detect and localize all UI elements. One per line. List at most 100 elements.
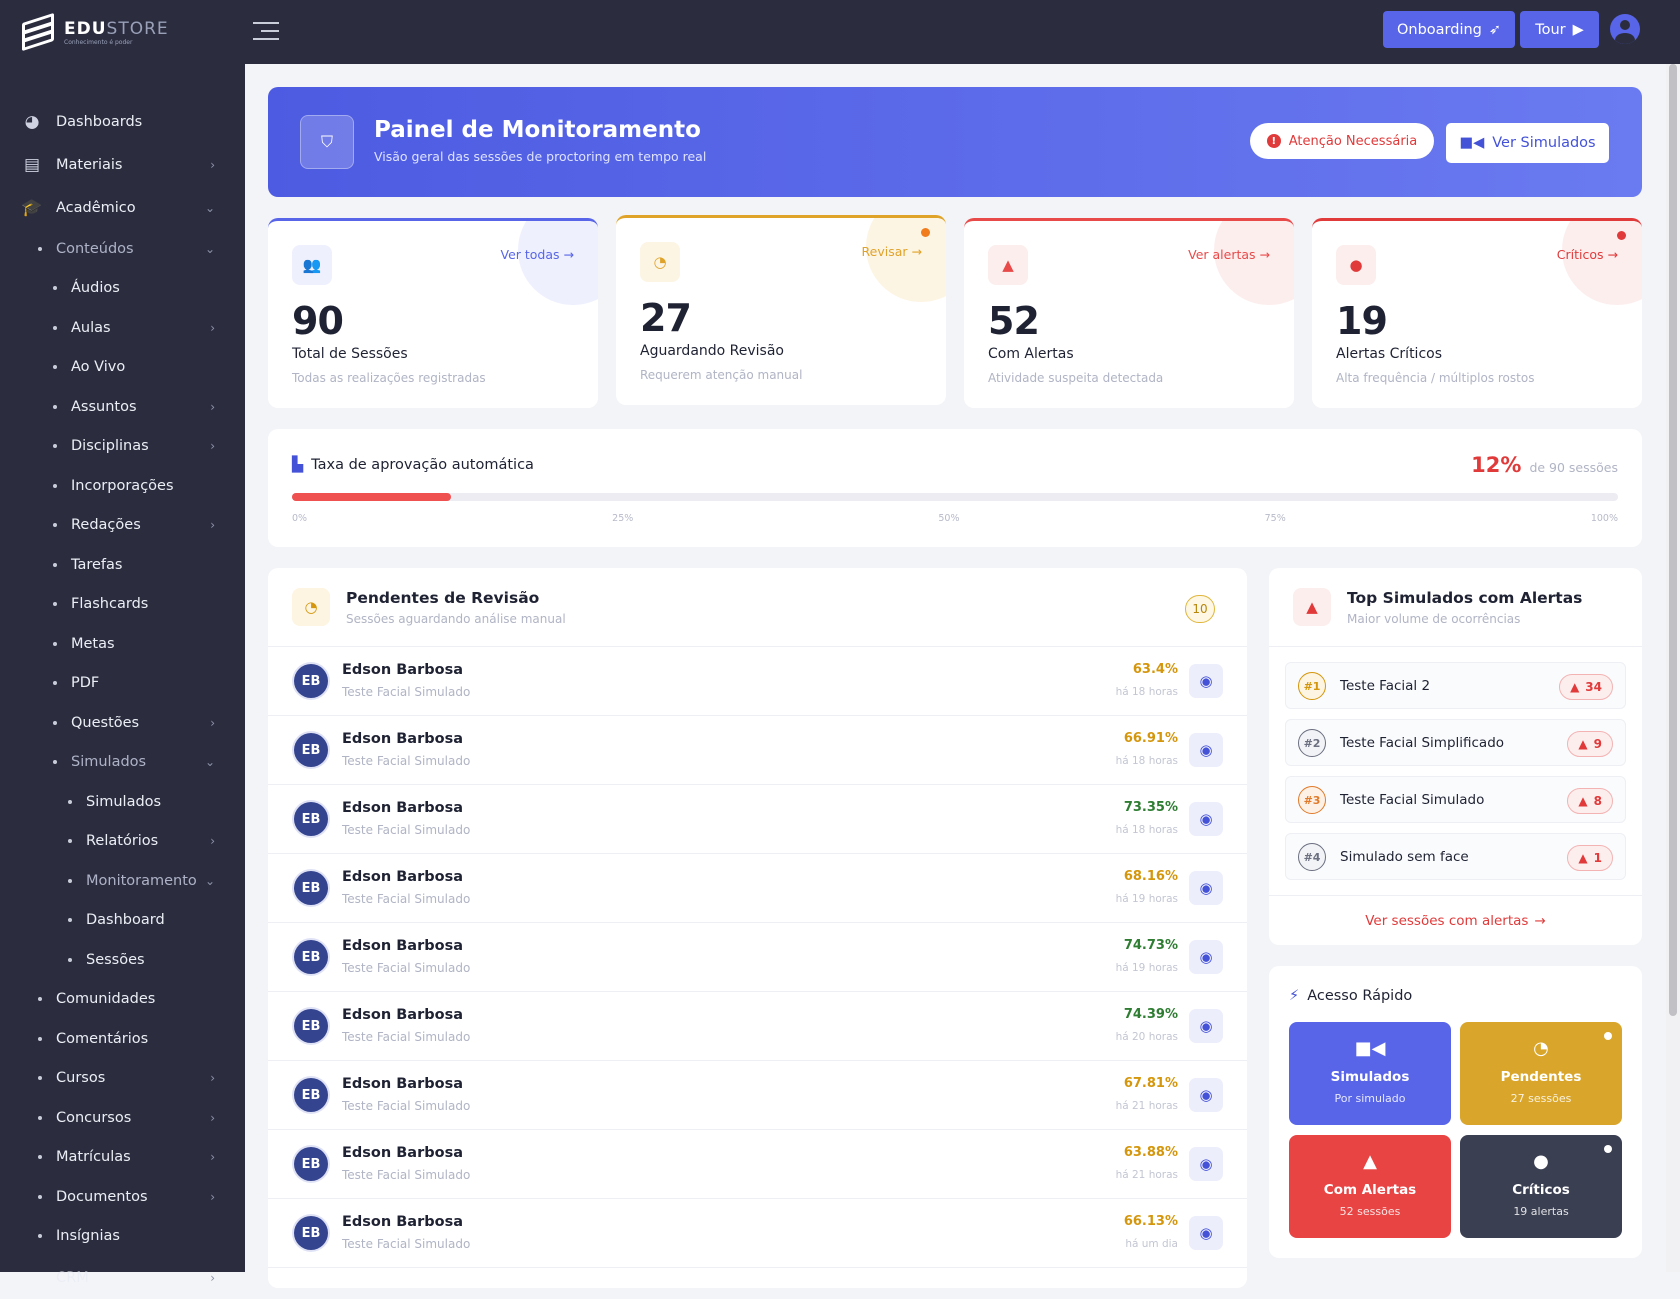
list-item[interactable]: #1 Teste Facial 2 ▲ 34 [1285, 662, 1626, 709]
sidebar-item-label: Incorporações [71, 477, 174, 494]
sidebar-item-assuntos[interactable]: Assuntos › [0, 387, 245, 427]
sidebar-item-disciplinas[interactable]: Disciplinas › [0, 427, 245, 467]
list-item[interactable]: #4 Simulado sem face ▲ 1 [1285, 833, 1626, 880]
sidebar-item-label: Materiais [56, 156, 123, 173]
sidebar-item-aulas[interactable]: Aulas › [0, 308, 245, 348]
sidebar-item-dashboards[interactable]: ◕ Dashboards [0, 100, 245, 143]
table-row[interactable]: EB Edson Barbosa Teste Facial Simulado 68.1… [268, 854, 1247, 923]
sidebar-item-label: Ao Vivo [71, 359, 126, 376]
eye-icon[interactable]: ◉ [1189, 1078, 1223, 1112]
sidebar-item-materiais[interactable]: ▤ Materiais › [0, 143, 245, 186]
view-simulations-button[interactable]: ■◀ Ver Simulados [1446, 123, 1609, 163]
menu-toggle-icon[interactable] [253, 22, 279, 46]
student-name: Edson Barbosa [342, 1007, 463, 1023]
brand-name-a: EDU [64, 18, 107, 39]
eye-icon[interactable]: ◉ [1189, 940, 1223, 974]
brand-logo[interactable]: EDUSTORE Conhecimento é poder [0, 0, 245, 64]
sidebar-item-redacoes[interactable]: Redações › [0, 506, 245, 546]
bar-chart-icon: ▙ [292, 457, 304, 473]
bullet-icon [68, 957, 72, 962]
table-row[interactable]: EB Edson Barbosa Teste Facial Simulado 66.9… [268, 716, 1247, 785]
rank-badge: #4 [1298, 843, 1326, 871]
relative-time: há 21 horas [1115, 1169, 1178, 1181]
scrollbar-thumb[interactable] [1669, 64, 1677, 1016]
table-row[interactable]: EB Edson Barbosa Teste Facial Simulado 73.3… [268, 785, 1247, 854]
face-score: 63.88% [1123, 1145, 1178, 1160]
stat-link[interactable]: Revisar → [862, 244, 922, 259]
sidebar-item-dashboard[interactable]: Dashboard [0, 901, 245, 941]
sidebar-item-documentos[interactable]: Documentos › [0, 1177, 245, 1217]
sidebar-item-tarefas[interactable]: Tarefas [0, 545, 245, 585]
tour-button[interactable]: Tour ▶ [1520, 11, 1599, 48]
clock-icon: ◔ [640, 242, 680, 282]
stat-link[interactable]: Críticos → [1557, 247, 1618, 262]
sidebar-item-crm[interactable]: CRM › [0, 1256, 245, 1299]
view-alert-sessions-link[interactable]: Ver sessões com alertas → [1269, 895, 1642, 945]
alert-count-badge: ▲ 9 [1567, 731, 1613, 757]
quick-access-title: Acesso Rápido [1307, 988, 1413, 1004]
sidebar-item-audios[interactable]: Áudios [0, 269, 245, 309]
bullet-icon [68, 878, 72, 883]
stat-link[interactable]: Ver alertas → [1188, 247, 1270, 262]
quick-tile-criticos[interactable]: ● Críticos 19 alertas [1460, 1135, 1622, 1238]
user-avatar-icon[interactable] [1610, 14, 1640, 44]
quick-tile-simulados[interactable]: ■◀ Simulados Por simulado [1289, 1022, 1451, 1125]
arrow-right-icon: → [907, 244, 922, 259]
quick-tile-com-alertas[interactable]: ▲ Com Alertas 52 sessões [1289, 1135, 1451, 1238]
table-row[interactable]: EB Edson Barbosa Teste Facial Simulado 66.1… [268, 1199, 1247, 1268]
sidebar-item-questoes[interactable]: Questões › [0, 703, 245, 743]
sidebar-item-cursos[interactable]: Cursos › [0, 1059, 245, 1099]
sidebar-item-label: Simulados [86, 793, 162, 810]
sidebar-item-simulados[interactable]: Simulados ⌄ [0, 743, 245, 783]
sidebar-item-relatorios[interactable]: Relatórios › [0, 822, 245, 862]
sidebar-item-monitoramento[interactable]: Monitoramento ⌄ [0, 861, 245, 901]
sidebar-item-sessoes[interactable]: Sessões [0, 940, 245, 980]
sidebar-item-insignias[interactable]: Insígnias [0, 1217, 245, 1257]
avatar: EB [294, 802, 328, 836]
table-row[interactable]: EB Edson Barbosa Teste Facial Simulado 67.8… [268, 1061, 1247, 1130]
stat-label: Com Alertas [988, 346, 1074, 362]
sidebar-item-concursos[interactable]: Concursos › [0, 1098, 245, 1138]
sidebar-item-label: Flashcards [71, 596, 149, 613]
bullet-icon [53, 325, 57, 330]
sidebar-item-metas[interactable]: Metas [0, 624, 245, 664]
stat-card-alertas-criticos[interactable]: ● Críticos → 19 Alertas Críticos Alta frequê… [1312, 218, 1642, 408]
sidebar-item-pdf[interactable]: PDF [0, 664, 245, 704]
chevron-down-icon: ⌄ [204, 200, 215, 215]
stat-link[interactable]: Ver todas → [501, 247, 575, 262]
relative-time: há um dia [1125, 1238, 1178, 1250]
menu-icon [22, 1268, 42, 1288]
sidebar-item-flashcards[interactable]: Flashcards [0, 585, 245, 625]
sidebar-item-simulados[interactable]: Simulados [0, 782, 245, 822]
table-row[interactable]: EB Edson Barbosa Teste Facial Simulado 74.7… [268, 923, 1247, 992]
stat-card-aguardando-revisao[interactable]: ◔ Revisar → 27 Aguardando Revisão Requerem a… [616, 215, 946, 405]
eye-icon[interactable]: ◉ [1189, 871, 1223, 905]
eye-icon[interactable]: ◉ [1189, 733, 1223, 767]
page-scrollbar[interactable] [1666, 64, 1680, 1272]
table-row[interactable]: EB Edson Barbosa Teste Facial Simulado 63.8… [268, 1130, 1247, 1199]
sidebar-item-label: Sessões [86, 951, 145, 968]
attention-needed-button[interactable]: ! Atenção Necessária [1250, 123, 1434, 159]
table-row[interactable]: EB Edson Barbosa Teste Facial Simulado 74.3… [268, 992, 1247, 1061]
sidebar-item-matriculas[interactable]: Matrículas › [0, 1138, 245, 1178]
stat-card-com-alertas[interactable]: ▲ Ver alertas → 52 Com Alertas Atividade sus… [964, 218, 1294, 408]
eye-icon[interactable]: ◉ [1189, 1216, 1223, 1250]
list-item[interactable]: #3 Teste Facial Simulado ▲ 8 [1285, 776, 1626, 823]
view-simulations-label: Ver Simulados [1492, 135, 1596, 151]
sidebar-item-comunidades[interactable]: Comunidades [0, 980, 245, 1020]
sidebar-item-conteudos[interactable]: Conteúdos ⌄ [0, 229, 245, 269]
sidebar-item-comentarios[interactable]: Comentários [0, 1019, 245, 1059]
quick-tile-pendentes[interactable]: ◔ Pendentes 27 sessões [1460, 1022, 1622, 1125]
eye-icon[interactable]: ◉ [1189, 1147, 1223, 1181]
onboarding-button[interactable]: Onboarding ➶ [1383, 11, 1515, 48]
eye-icon[interactable]: ◉ [1189, 1009, 1223, 1043]
table-row[interactable]: EB Edson Barbosa Teste Facial Simulado 63.4… [268, 647, 1247, 716]
sidebar-item-label: Metas [71, 635, 115, 652]
list-item[interactable]: #2 Teste Facial Simplificado ▲ 9 [1285, 719, 1626, 766]
sidebar-item-academico[interactable]: 🎓 Acadêmico ⌄ [0, 186, 245, 229]
eye-icon[interactable]: ◉ [1189, 802, 1223, 836]
sidebar-item-ao-vivo[interactable]: Ao Vivo [0, 348, 245, 388]
eye-icon[interactable]: ◉ [1189, 664, 1223, 698]
stat-card-total-de-sessoes[interactable]: 👥 Ver todas → 90 Total de Sessões Todas as r… [268, 218, 598, 408]
sidebar-item-incorporacoes[interactable]: Incorporações [0, 466, 245, 506]
